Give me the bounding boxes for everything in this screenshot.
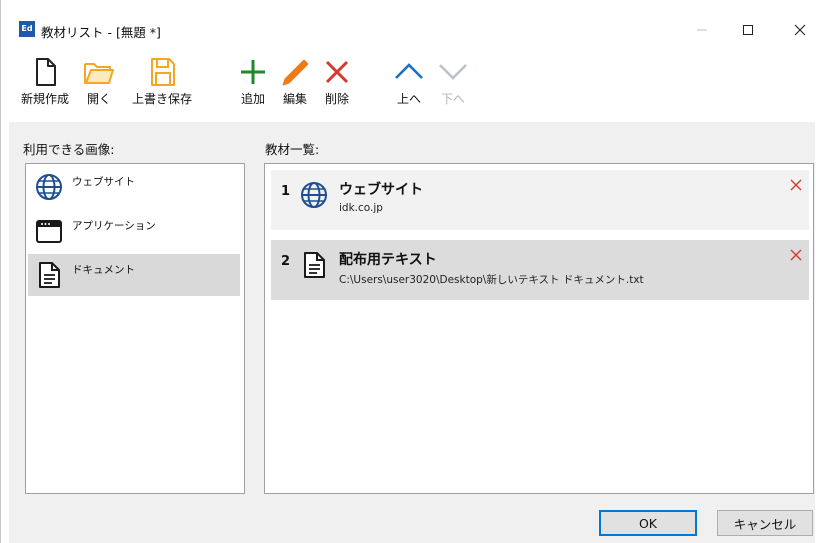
save-button[interactable]: 上書き保存 [127, 56, 197, 116]
up-label: 上へ [396, 92, 421, 106]
new-label: 新規作成 [20, 92, 69, 106]
ok-button[interactable]: OK [599, 510, 697, 536]
cancel-button[interactable]: キャンセル [717, 510, 813, 536]
material-item[interactable]: 1 ウェブサイト idk.co.jp [271, 170, 809, 230]
material-number: 1 [281, 184, 291, 199]
material-name: ウェブサイト [339, 182, 423, 198]
save-icon [151, 58, 175, 86]
available-label: 利用できる画像: [23, 142, 115, 157]
open-button[interactable]: 開く [79, 56, 119, 116]
minimize-button[interactable] [679, 12, 725, 48]
chevron-down-icon [439, 64, 467, 80]
window-title: 教材リスト - [無題 *] [41, 25, 161, 40]
new-button[interactable]: 新規作成 [15, 56, 75, 116]
down-label: 下へ [440, 92, 465, 106]
plus-icon [241, 60, 265, 84]
materials-list[interactable]: 1 ウェブサイト idk.co.jp 2 配布用テキスト C:\Users\us… [264, 163, 814, 494]
available-item-document[interactable]: ドキュメント [28, 254, 240, 296]
folder-icon [84, 63, 114, 84]
maximize-icon [743, 25, 753, 35]
available-item-label: ウェブサイト [72, 176, 135, 188]
delete-label: 削除 [324, 92, 349, 106]
edit-button[interactable]: 編集 [277, 56, 313, 116]
material-detail: idk.co.jp [339, 202, 383, 214]
chevron-up-icon [395, 63, 423, 79]
globe-icon [301, 182, 327, 208]
app-window-icon [36, 220, 62, 243]
material-name: 配布用テキスト [339, 252, 437, 268]
pencil-icon [282, 59, 309, 86]
close-icon [794, 24, 806, 36]
add-button[interactable]: 追加 [235, 56, 271, 116]
material-number: 2 [281, 254, 291, 269]
toolbar: 新規作成 開く 上書き保存 追加 編集 削除 上へ 下へ [1, 48, 822, 122]
maximize-button[interactable] [725, 12, 771, 48]
material-item[interactable]: 2 配布用テキスト C:\Users\user3020\Desktop\新しいテ… [271, 240, 809, 300]
add-label: 追加 [240, 92, 265, 106]
move-down-button[interactable]: 下へ [433, 56, 473, 116]
close-button[interactable] [777, 12, 822, 48]
materials-label: 教材一覧: [265, 142, 320, 157]
available-item-website[interactable]: ウェブサイト [28, 166, 240, 208]
delete-icon [325, 60, 349, 84]
title-bar: Ed 教材リスト - [無題 *] [1, 0, 822, 48]
available-item-label: ドキュメント [72, 264, 135, 276]
new-document-icon [36, 58, 56, 86]
open-label: 開く [86, 92, 111, 106]
material-detail: C:\Users\user3020\Desktop\新しいテキスト ドキュメント… [339, 274, 644, 286]
available-item-label: アプリケーション [72, 220, 156, 232]
remove-item-icon[interactable] [789, 178, 803, 192]
document-icon [304, 252, 325, 278]
content-area: 利用できる画像: 教材一覧: ウェブサイト アプリケーション ドキュメント 1 … [9, 122, 815, 506]
document-icon [39, 262, 60, 288]
edit-label: 編集 [282, 92, 307, 106]
save-label: 上書き保存 [131, 92, 192, 106]
move-up-button[interactable]: 上へ [389, 56, 429, 116]
globe-icon [36, 174, 62, 200]
app-icon: Ed [19, 21, 35, 37]
available-item-application[interactable]: アプリケーション [28, 210, 240, 252]
minimize-icon [697, 29, 707, 31]
delete-button[interactable]: 削除 [319, 56, 355, 116]
dialog-window: Ed 教材リスト - [無題 *] 新規作成 開く 上書き保存 追加 編集 削除… [0, 0, 822, 543]
available-list[interactable]: ウェブサイト アプリケーション ドキュメント [25, 163, 245, 494]
dialog-footer: OK キャンセル [9, 506, 815, 543]
remove-item-icon[interactable] [789, 248, 803, 262]
